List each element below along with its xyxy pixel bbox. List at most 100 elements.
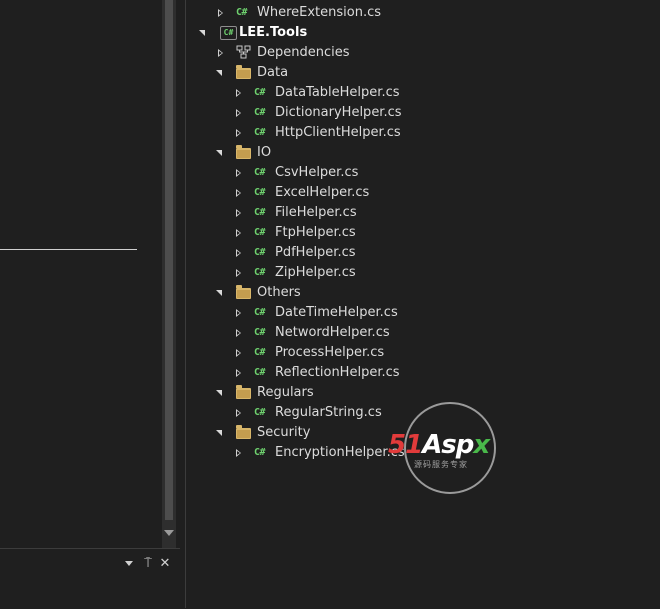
tree-row-label: FtpHelper.cs [275,225,356,240]
tree-row-file-helper[interactable]: C# FileHelper.cs [186,203,660,223]
tree-row-label: LEE.Tools [239,25,308,40]
folder-icon [236,425,251,439]
tree-row-label: DictionaryHelper.cs [275,105,402,120]
tree-row-label: IO [257,145,272,160]
close-icon[interactable]: ✕ [156,552,174,576]
pin-icon[interactable]: ⍑ [139,552,157,576]
csharp-file-icon: C# [254,227,266,238]
tree-row-where-extension[interactable]: C# WhereExtension.cs [186,3,660,23]
watermark-text: 51Aspx [388,430,490,460]
collapse-arrow-icon[interactable] [215,3,227,23]
collapse-arrow-icon[interactable] [233,263,245,283]
collapse-arrow-icon[interactable] [233,323,245,343]
watermark-logo: 51Aspx 源码服务专家 [388,402,512,494]
chevron-down-icon [125,561,133,566]
expand-arrow-icon[interactable] [215,383,227,403]
expand-arrow-icon[interactable] [215,423,227,443]
left-editor-pane [0,0,162,548]
tree-row-datetime-helper[interactable]: C# DateTimeHelper.cs [186,303,660,323]
bottom-panel-header: ⍑ ✕ [0,552,180,576]
folder-icon [236,285,251,299]
csharp-file-icon: C# [254,87,266,98]
tree-row-label: RegularString.cs [275,405,382,420]
scroll-down-arrow-icon[interactable] [164,530,174,536]
folder-icon [236,145,251,159]
tree-row-reflection-helper[interactable]: C# ReflectionHelper.cs [186,363,660,383]
folder-icon [236,65,251,79]
tree-row-label: WhereExtension.cs [257,5,382,20]
csharp-file-icon: C# [254,447,266,458]
tree-row-folder-io[interactable]: IO [186,143,660,163]
csharp-file-icon: C# [254,367,266,378]
tree-row-dictionary-helper[interactable]: C# DictionaryHelper.cs [186,103,660,123]
expand-arrow-icon[interactable] [215,283,227,303]
tree-row-label: Others [257,285,301,300]
tree-row-label: Regulars [257,385,314,400]
tree-row-excel-helper[interactable]: C# ExcelHelper.cs [186,183,660,203]
collapse-arrow-icon[interactable] [233,183,245,203]
collapse-arrow-icon[interactable] [233,343,245,363]
tree-row-httpclient-helper[interactable]: C# HttpClientHelper.cs [186,123,660,143]
tree-row-ftp-helper[interactable]: C# FtpHelper.cs [186,223,660,243]
tree-row-label: ZipHelper.cs [275,265,356,280]
watermark-subtitle: 源码服务专家 [414,460,468,469]
tree-row-label: DataTableHelper.cs [275,85,400,100]
collapse-arrow-icon[interactable] [233,303,245,323]
csharp-file-icon: C# [254,407,266,418]
tree-row-label: ReflectionHelper.cs [275,365,400,380]
tree-row-folder-data[interactable]: Data [186,63,660,83]
tree-row-project-lee-tools[interactable]: C# LEE.Tools [186,23,660,43]
tree-row-folder-regulars[interactable]: Regulars [186,383,660,403]
csharp-file-icon: C# [254,307,266,318]
tree-row-pdf-helper[interactable]: C# PdfHelper.cs [186,243,660,263]
panel-dropdown-button[interactable] [120,552,138,576]
tree-row-label: ProcessHelper.cs [275,345,385,360]
tree-row-label: Security [257,425,311,440]
tree-row-label: CsvHelper.cs [275,165,359,180]
collapse-arrow-icon[interactable] [233,83,245,103]
tree-row-label: ExcelHelper.cs [275,185,370,200]
tree-row-folder-others[interactable]: Others [186,283,660,303]
tree-row-dependencies[interactable]: Dependencies [186,43,660,63]
csharp-file-icon: C# [254,327,266,338]
pane-splitter[interactable] [176,0,185,608]
csharp-file-icon: C# [254,347,266,358]
tree-row-process-helper[interactable]: C# ProcessHelper.cs [186,343,660,363]
tree-row-label: Dependencies [257,45,350,60]
csharp-file-icon: C# [254,187,266,198]
tree-row-datatable-helper[interactable]: C# DataTableHelper.cs [186,83,660,103]
tree-row-netword-helper[interactable]: C# NetwordHelper.cs [186,323,660,343]
collapse-arrow-icon[interactable] [233,123,245,143]
csharp-file-icon: C# [254,127,266,138]
collapse-arrow-icon[interactable] [233,363,245,383]
collapse-arrow-icon[interactable] [233,103,245,123]
tree-row-label: HttpClientHelper.cs [275,125,401,140]
expand-arrow-icon[interactable] [215,63,227,83]
collapse-arrow-icon[interactable] [233,163,245,183]
collapse-arrow-icon[interactable] [215,43,227,63]
collapse-arrow-icon[interactable] [233,203,245,223]
collapse-arrow-icon[interactable] [233,443,245,463]
tree-row-csv-helper[interactable]: C# CsvHelper.cs [186,163,660,183]
tree-row-label: EncryptionHelper.cs [275,445,405,460]
tree-row-label: PdfHelper.cs [275,245,356,260]
folder-icon [236,385,251,399]
dependencies-icon [236,45,254,61]
tree-row-label: FileHelper.cs [275,205,357,220]
expand-arrow-icon[interactable] [215,143,227,163]
csharp-file-icon: C# [254,207,266,218]
tree-row-zip-helper[interactable]: C# ZipHelper.cs [186,263,660,283]
collapse-arrow-icon[interactable] [233,223,245,243]
collapse-arrow-icon[interactable] [233,403,245,423]
collapse-arrow-icon[interactable] [233,243,245,263]
tree-row-label: Data [257,65,289,80]
csharp-project-icon: C# [220,26,237,40]
expand-arrow-icon[interactable] [198,23,210,43]
scrollbar-thumb[interactable] [165,0,173,520]
csharp-file-icon: C# [254,267,266,278]
left-divider-line [0,249,137,250]
csharp-file-icon: C# [254,167,266,178]
tree-row-label: NetwordHelper.cs [275,325,390,340]
vertical-scrollbar[interactable] [162,0,176,548]
csharp-file-icon: C# [254,247,266,258]
